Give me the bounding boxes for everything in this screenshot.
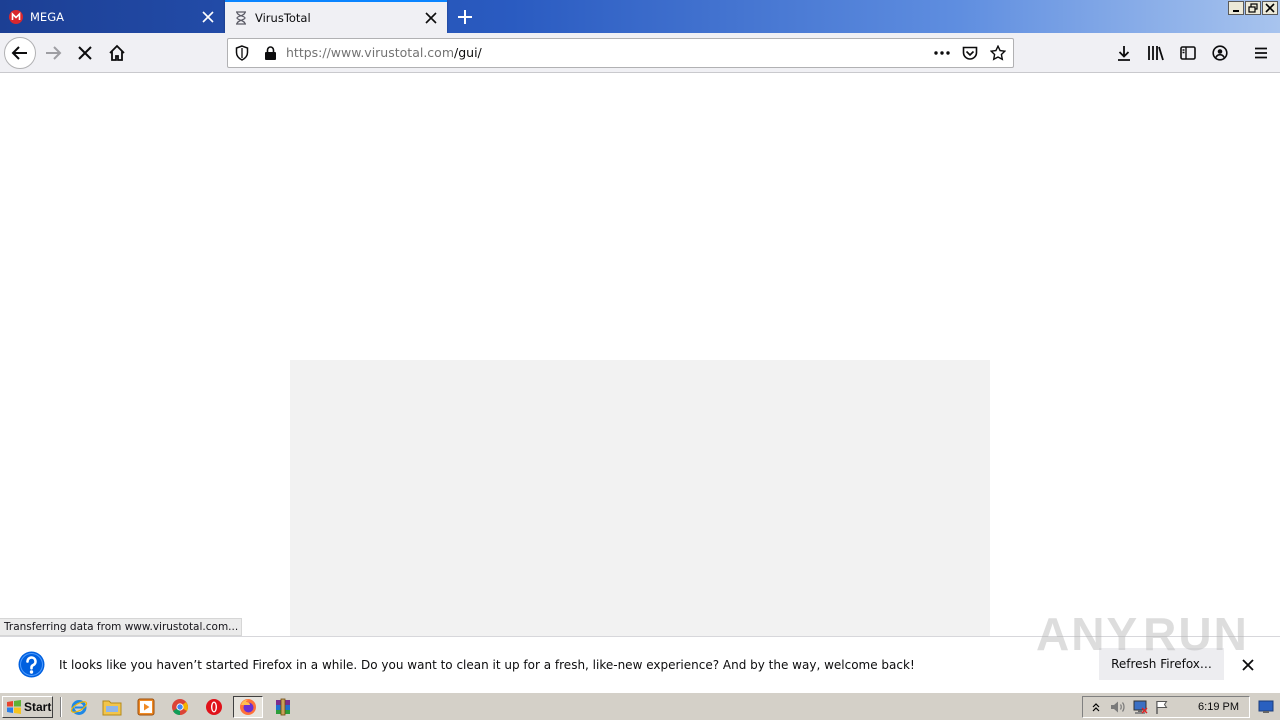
sidebar-button[interactable]	[1176, 41, 1200, 65]
sidebar-icon	[1180, 46, 1196, 60]
back-button[interactable]	[4, 37, 36, 69]
minimize-button[interactable]	[1228, 1, 1244, 15]
close-window-button[interactable]	[1262, 1, 1278, 15]
account-button[interactable]	[1208, 41, 1232, 65]
shield-icon[interactable]	[234, 45, 250, 61]
opera-icon	[206, 699, 222, 715]
address-bar[interactable]: https://www.virustotal.com/gui/	[227, 38, 1014, 68]
system-tray: 6:19 PM	[1082, 696, 1250, 718]
tab-mega[interactable]: MEGA	[0, 0, 224, 33]
stop-icon	[78, 46, 92, 60]
close-tab-icon[interactable]	[200, 9, 216, 25]
loading-placeholder	[290, 360, 990, 636]
start-label: Start	[24, 700, 52, 714]
folder-icon	[102, 700, 122, 716]
close-icon	[1242, 659, 1254, 671]
download-icon	[1118, 46, 1130, 61]
chrome-icon	[172, 699, 188, 716]
chrome-taskbar-button[interactable]	[165, 696, 195, 718]
hourglass-loading-icon	[234, 10, 248, 25]
action-center-flag-icon[interactable]	[1153, 698, 1171, 716]
media-player-taskbar-button[interactable]	[131, 696, 161, 718]
pocket-icon[interactable]	[962, 45, 978, 61]
windows-logo-icon	[7, 700, 21, 714]
mega-logo-icon	[9, 9, 23, 24]
hamburger-menu-icon	[1255, 47, 1267, 59]
start-button[interactable]: Start	[2, 696, 53, 718]
menu-button[interactable]	[1249, 41, 1273, 65]
url-text[interactable]: https://www.virustotal.com/gui/	[286, 39, 482, 67]
window-controls	[1228, 1, 1278, 15]
arrow-right-icon	[46, 46, 62, 60]
page-actions-icon[interactable]	[934, 45, 950, 61]
opera-taskbar-button[interactable]	[199, 696, 229, 718]
question-icon	[18, 651, 45, 678]
file-explorer-taskbar-button[interactable]	[97, 696, 127, 718]
navigation-toolbar: https://www.virustotal.com/gui/	[0, 33, 1280, 73]
new-tab-button[interactable]	[453, 5, 477, 29]
account-icon	[1212, 45, 1228, 61]
firefox-taskbar-button[interactable]	[233, 696, 263, 718]
arrow-left-icon	[11, 46, 27, 60]
winrar-icon	[276, 698, 290, 716]
home-icon	[109, 44, 125, 61]
show-desktop-button[interactable]	[1256, 697, 1276, 717]
notification-message: It looks like you haven’t started Firefo…	[59, 658, 915, 672]
downloads-button[interactable]	[1112, 41, 1136, 65]
system-clock[interactable]: 6:19 PM	[1198, 697, 1239, 717]
page-content	[0, 73, 1280, 636]
close-notification-button[interactable]	[1240, 657, 1256, 673]
forward-button[interactable]	[37, 37, 69, 69]
bookmark-star-icon[interactable]	[990, 45, 1006, 61]
close-tab-icon[interactable]	[423, 10, 439, 26]
status-bar: Transferring data from www.virustotal.co…	[0, 618, 242, 636]
tab-title: MEGA	[30, 9, 64, 24]
restore-icon	[1248, 3, 1258, 13]
refresh-firefox-notification: It looks like you haven’t started Firefo…	[0, 636, 1280, 692]
lock-icon[interactable]	[262, 45, 278, 61]
library-button[interactable]	[1144, 41, 1168, 65]
internet-explorer-icon	[70, 700, 88, 715]
winrar-taskbar-button[interactable]	[268, 696, 298, 718]
volume-icon[interactable]	[1109, 698, 1127, 716]
windows-taskbar: Start 6:19 PM	[0, 692, 1280, 720]
library-icon	[1148, 46, 1164, 61]
url-path: /gui/	[454, 45, 482, 60]
url-host: https://www.virustotal.com	[286, 45, 454, 60]
refresh-firefox-button[interactable]: Refresh Firefox…	[1099, 648, 1224, 680]
restore-button[interactable]	[1245, 1, 1261, 15]
close-icon	[1265, 3, 1275, 13]
internet-explorer-taskbar-button[interactable]	[64, 696, 94, 718]
tab-virustotal[interactable]: VirusTotal	[225, 0, 447, 33]
title-bar: MEGA VirusTotal	[0, 0, 1280, 33]
stop-loading-button[interactable]	[69, 37, 101, 69]
firefox-icon	[240, 699, 256, 715]
plus-icon	[458, 10, 472, 24]
tab-title: VirusTotal	[255, 10, 311, 25]
home-button[interactable]	[101, 37, 133, 69]
taskbar-separator	[60, 697, 62, 717]
network-icon[interactable]	[1131, 698, 1149, 716]
show-hidden-icons-icon[interactable]	[1087, 698, 1105, 716]
desktop-icon	[1258, 700, 1274, 713]
minimize-icon	[1233, 10, 1239, 12]
media-player-icon	[137, 698, 155, 716]
